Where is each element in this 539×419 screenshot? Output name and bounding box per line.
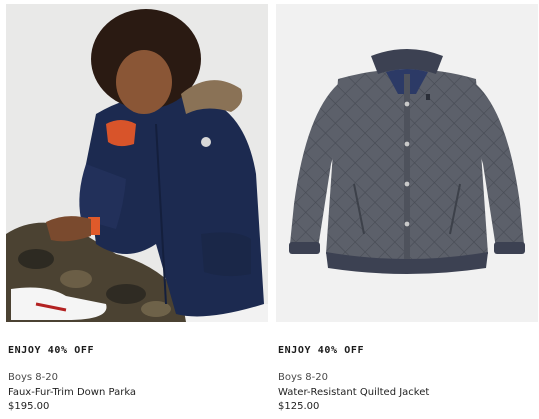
quilted-jacket-photo <box>276 4 538 322</box>
product-category: Boys 8-20 <box>8 372 58 383</box>
promo-label: ENJOY 40% OFF <box>8 345 95 356</box>
product-grid: ENJOY 40% OFF Boys 8-20 Faux-Fur-Trim Do… <box>0 0 539 419</box>
promo-label: ENJOY 40% OFF <box>278 345 365 356</box>
product-category: Boys 8-20 <box>278 372 328 383</box>
product-card[interactable]: ENJOY 40% OFF Boys 8-20 Water-Resistant … <box>276 0 538 419</box>
product-price: $125.00 <box>278 401 320 412</box>
product-name-link[interactable]: Water-Resistant Quilted Jacket <box>278 387 429 398</box>
product-name-link[interactable]: Faux-Fur-Trim Down Parka <box>8 387 136 398</box>
product-price: $195.00 <box>8 401 50 412</box>
product-image-quilted-jacket[interactable] <box>276 4 538 322</box>
parka-photo <box>6 4 268 322</box>
product-image-parka[interactable] <box>6 4 268 322</box>
product-card[interactable]: ENJOY 40% OFF Boys 8-20 Faux-Fur-Trim Do… <box>6 0 268 419</box>
